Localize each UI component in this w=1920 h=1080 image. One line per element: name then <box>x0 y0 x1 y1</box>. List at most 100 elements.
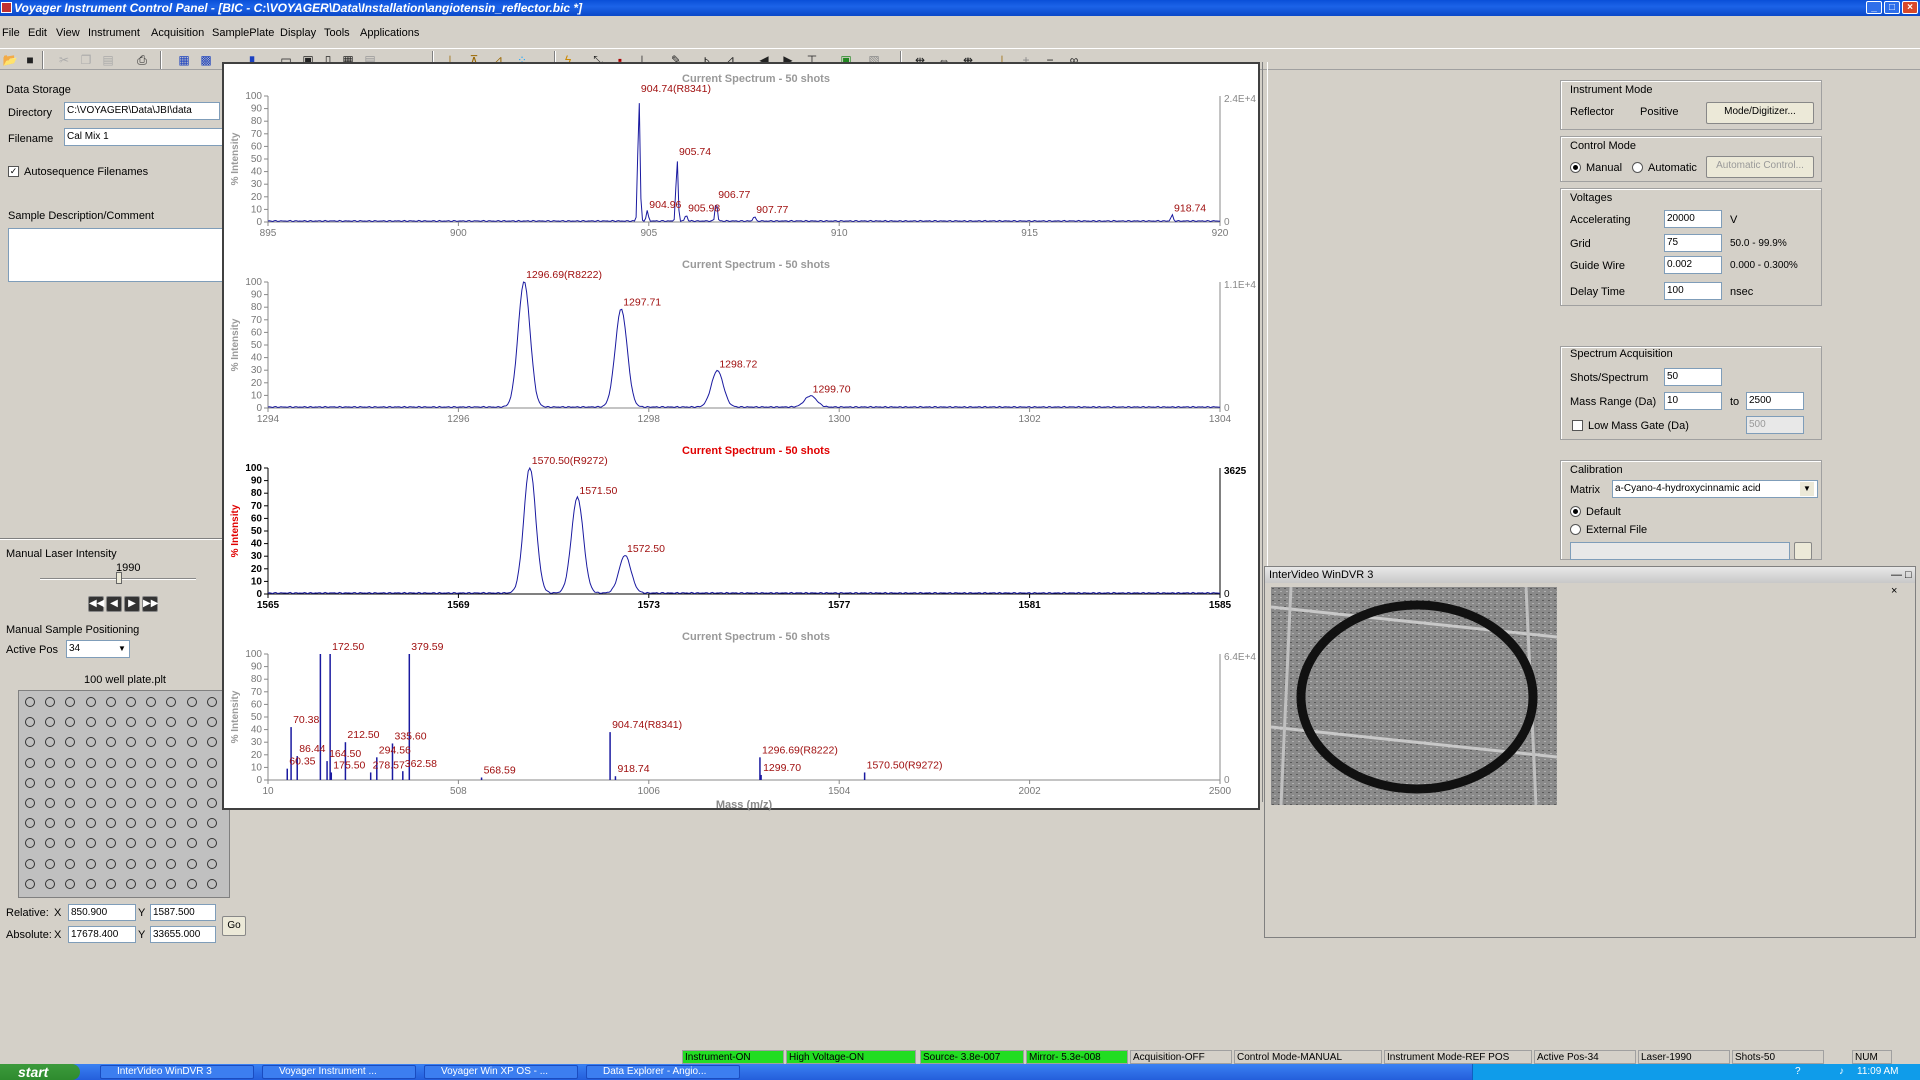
automatic-control-button[interactable]: Automatic Control... <box>1706 156 1814 178</box>
sample-well[interactable] <box>65 717 76 728</box>
external-file-radio[interactable] <box>1570 524 1581 535</box>
sample-well[interactable] <box>25 757 35 768</box>
task-windvr[interactable]: InterVideo WinDVR 3 <box>100 1065 254 1079</box>
sample-well[interactable] <box>25 777 35 788</box>
sample-well[interactable] <box>105 717 116 728</box>
description-textarea[interactable] <box>8 228 244 282</box>
menu-sampleplate[interactable]: SamplePlate <box>212 27 274 39</box>
sample-well[interactable] <box>126 818 136 829</box>
delay-time-field[interactable]: 100 <box>1664 282 1722 300</box>
sample-well[interactable] <box>45 737 56 748</box>
sample-well[interactable] <box>126 858 136 869</box>
manual-radio[interactable] <box>1570 162 1581 173</box>
sample-well[interactable] <box>166 777 177 788</box>
sample-well[interactable] <box>65 838 76 849</box>
sample-well[interactable] <box>45 838 56 849</box>
open-icon[interactable]: 📂 <box>2 52 18 68</box>
sample-well[interactable] <box>166 838 177 849</box>
sample-well[interactable] <box>126 777 136 788</box>
absolute-y-field[interactable]: 33655.000 <box>150 926 216 943</box>
laser-back-button[interactable]: ◀ <box>106 596 122 612</box>
sample-well[interactable] <box>45 757 56 768</box>
sample-well[interactable] <box>85 777 96 788</box>
sample-well[interactable] <box>65 697 76 707</box>
sample-well[interactable] <box>105 777 116 788</box>
start-button[interactable]: start <box>0 1064 80 1080</box>
spectrum-panel[interactable]: Current Spectrum - 50 shots 0 10 20 30 40 50 60… <box>222 62 1260 811</box>
help-icon[interactable]: ? <box>1795 1064 1801 1080</box>
mode-digitizer-button[interactable]: Mode/Digitizer... <box>1706 102 1814 124</box>
menu-acquisition[interactable]: Acquisition <box>151 27 204 39</box>
sample-well[interactable] <box>85 858 96 869</box>
sample-well[interactable] <box>65 777 76 788</box>
sample-well[interactable] <box>146 858 157 869</box>
directory-field[interactable]: C:\VOYAGER\Data\JBI\data <box>64 102 220 120</box>
menu-applications[interactable]: Applications <box>360 27 419 39</box>
plate-view-icon[interactable]: ▩ <box>198 52 214 68</box>
sample-well[interactable] <box>206 717 217 728</box>
sample-well[interactable] <box>146 798 157 808</box>
sample-well[interactable] <box>45 798 56 808</box>
sample-well[interactable] <box>126 717 136 728</box>
sample-well[interactable] <box>166 757 177 768</box>
dvr-titlebar[interactable]: InterVideo WinDVR 3 — □ × <box>1265 567 1915 597</box>
sample-well[interactable] <box>85 818 96 829</box>
sample-well[interactable] <box>186 838 197 849</box>
sample-well[interactable] <box>126 737 136 748</box>
sample-well[interactable] <box>186 878 197 889</box>
absolute-x-field[interactable]: 17678.400 <box>68 926 136 943</box>
sample-well[interactable] <box>126 838 136 849</box>
grid-field[interactable]: 75 <box>1664 234 1722 252</box>
mass-to-field[interactable]: 2500 <box>1746 392 1804 410</box>
sample-well[interactable] <box>45 697 56 707</box>
sample-well[interactable] <box>105 757 116 768</box>
window-titlebar[interactable]: Voyager Instrument Control Panel - [BIC … <box>0 0 1920 16</box>
autoseq-checkbox[interactable]: ✓ <box>8 166 19 177</box>
task-voyager-os[interactable]: Voyager Win XP OS - ... <box>424 1065 578 1079</box>
sample-well[interactable] <box>85 878 96 889</box>
sample-well[interactable] <box>206 777 217 788</box>
sample-well[interactable] <box>25 878 35 889</box>
sample-well[interactable] <box>206 757 217 768</box>
sample-well[interactable] <box>206 737 217 748</box>
sample-well[interactable] <box>206 838 217 849</box>
sample-well[interactable] <box>105 697 116 707</box>
menu-edit[interactable]: Edit <box>28 27 47 39</box>
sample-well[interactable] <box>85 757 96 768</box>
laser-fastforward-button[interactable]: ▶▶ <box>142 596 158 612</box>
sample-well[interactable] <box>65 858 76 869</box>
dvr-window-controls[interactable]: — □ × <box>1891 567 1915 599</box>
sample-well[interactable] <box>146 717 157 728</box>
sample-well[interactable] <box>25 818 35 829</box>
sample-well[interactable] <box>206 878 217 889</box>
sample-well[interactable] <box>206 818 217 829</box>
menu-file[interactable]: File <box>2 27 20 39</box>
relative-y-field[interactable]: 1587.500 <box>150 904 216 921</box>
sample-well[interactable] <box>126 878 136 889</box>
task-voyager-control[interactable]: Voyager Instrument ... <box>262 1065 416 1079</box>
sample-well[interactable] <box>166 697 177 707</box>
maximize-button[interactable]: □ <box>1884 1 1900 14</box>
sample-plate[interactable] <box>18 690 230 898</box>
sample-well[interactable] <box>105 858 116 869</box>
save-icon[interactable]: ■ <box>22 52 38 68</box>
task-data-explorer[interactable]: Data Explorer - Angio... <box>586 1065 740 1079</box>
sample-well[interactable] <box>206 858 217 869</box>
sample-well[interactable] <box>166 878 177 889</box>
sample-well[interactable] <box>166 737 177 748</box>
relative-x-field[interactable]: 850.900 <box>68 904 136 921</box>
low-mass-gate-checkbox[interactable] <box>1572 420 1583 431</box>
sample-well[interactable] <box>25 858 35 869</box>
sample-well[interactable] <box>166 818 177 829</box>
sample-well[interactable] <box>206 798 217 808</box>
sample-well[interactable] <box>186 717 197 728</box>
sample-well[interactable] <box>45 777 56 788</box>
sample-well[interactable] <box>65 757 76 768</box>
sample-well[interactable] <box>25 838 35 849</box>
laser-forward-button[interactable]: ▶ <box>124 596 140 612</box>
sample-well[interactable] <box>45 717 56 728</box>
sample-well[interactable] <box>105 818 116 829</box>
sample-well[interactable] <box>65 818 76 829</box>
low-mass-gate-field[interactable]: 500 <box>1746 416 1804 434</box>
sample-well[interactable] <box>186 757 197 768</box>
